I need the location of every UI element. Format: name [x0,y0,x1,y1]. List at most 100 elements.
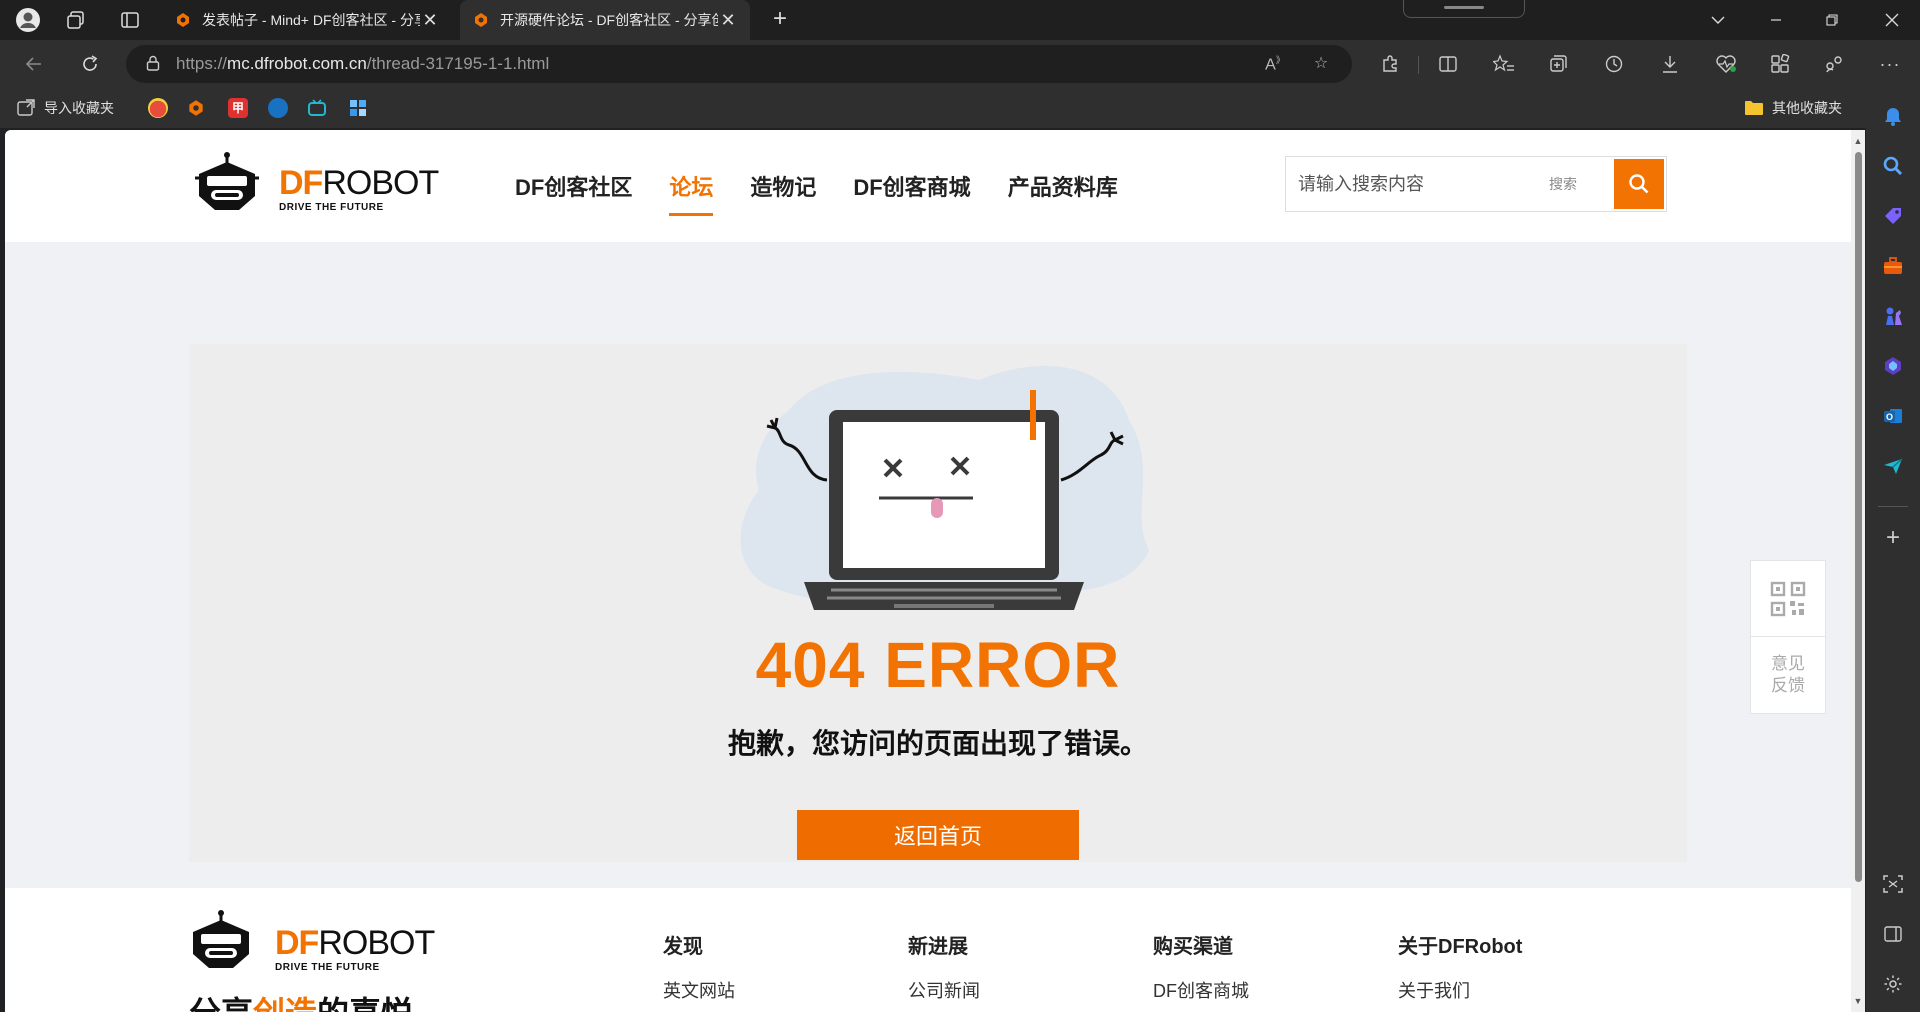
search-button[interactable] [1614,159,1664,209]
close-window-button[interactable] [1864,0,1920,40]
chess-piece-icon [1886,307,1902,325]
shopping-button[interactable] [1881,204,1905,228]
nav-store[interactable]: DF创客商城 [853,170,970,210]
vertical-tabs-button[interactable] [114,4,146,36]
copilot-app-button[interactable] [1881,354,1905,378]
favorite-bookmark-1[interactable] [148,96,168,120]
dfrobot-favicon [189,100,203,116]
url-text[interactable]: https://mc.dfrobot.com.cn/thread-317195-… [176,54,549,74]
sidebar-divider [1878,506,1908,507]
refresh-button[interactable] [74,48,106,80]
footer-link-company-news[interactable]: 公司新闻 [908,977,980,1003]
scroll-thumb[interactable] [1855,152,1862,882]
sidebar-panel-icon [1884,926,1902,942]
import-favorites-item[interactable]: 导入收藏夹 [16,96,114,120]
favorite-bookmark-6[interactable] [348,96,368,120]
footer-col-title: 新进展 [908,936,968,958]
robot-logo-icon [193,910,249,968]
screenshot-icon [1883,875,1903,893]
search-sidebar-button[interactable] [1881,154,1905,178]
puzzle-icon [1383,55,1397,72]
drop-button[interactable] [1881,454,1905,478]
page-scrollbar[interactable]: ▲ ▼ [1851,130,1865,1012]
tools-button[interactable] [1881,254,1905,278]
scroll-up-arrow[interactable]: ▲ [1853,136,1863,146]
logo-tagline: DRIVE THE FUTURE [279,202,384,213]
split-screen-button[interactable] [1434,50,1462,78]
lock-icon[interactable] [146,55,164,74]
browser-essentials-button[interactable] [1820,50,1848,78]
new-tab-button[interactable]: + [764,4,796,36]
url-scheme: https:// [176,54,228,73]
nav-makelog[interactable]: 造物记 [750,170,816,210]
favorite-bookmark-5[interactable] [307,96,327,120]
performance-button[interactable] [1712,50,1740,78]
sidebar-toggle-button[interactable] [1881,922,1905,946]
apps-icon [1771,54,1790,73]
nav-product-wiki[interactable]: 产品资料库 [1008,170,1118,210]
url-host: mc.dfrobot.com.cn [227,54,367,73]
footer-link-about-us[interactable]: 关于我们 [1398,977,1522,1003]
restore-button[interactable] [1804,0,1860,40]
favorite-star-icon[interactable]: ☆ [1310,53,1332,75]
logo-df: DF [275,924,319,962]
footer-col-title: 发现 [663,936,703,958]
tab-close-button[interactable]: ✕ [420,10,440,31]
favorite-bookmark-3[interactable]: 甲 [228,96,248,120]
back-button[interactable] [18,48,50,80]
settings-menu-button[interactable]: ··· [1876,50,1904,78]
favorites-bar: 导入收藏夹 甲 其他收藏夹 [0,88,1920,128]
other-favorites-folder[interactable]: 其他收藏夹 [1744,96,1842,120]
error-card: 404 ERROR 抱歉，您访问的页面出现了错误。 返回首页 [189,344,1687,862]
tab-post[interactable]: 发表帖子 - Mind+ DF创客社区 - 分享创造的喜悦 ✕ [162,0,452,40]
footer-col-progress: 新进展 公司新闻 [908,930,980,1003]
footer-logo[interactable]: DFROBOT DRIVE THE FUTURE [189,910,471,980]
scroll-down-arrow[interactable]: ▼ [1853,996,1863,1006]
mascot-icon [148,98,168,118]
dfrobot-logo[interactable]: DFROBOT DRIVE THE FUTURE [195,152,455,218]
copilot-button[interactable] [1881,104,1905,128]
apps-button[interactable] [1766,50,1794,78]
workspaces-button[interactable] [60,4,92,36]
logo-wordmark: DFROBOT [279,166,439,200]
tab-close-button[interactable]: ✕ [718,10,738,31]
favorites-list-icon [1493,54,1514,72]
sidebar-settings-button[interactable] [1881,972,1905,996]
games-button[interactable] [1881,304,1905,328]
window-drag-handle[interactable] [1403,0,1525,18]
nav-community[interactable]: DF创客社区 [515,170,632,210]
read-aloud-icon[interactable]: A》 [1264,53,1286,75]
collections-button[interactable] [1544,50,1572,78]
browser-window: 发表帖子 - Mind+ DF创客社区 - 分享创造的喜悦 ✕ 开源硬件论坛 -… [0,0,1920,1012]
favorite-bookmark-4[interactable] [268,96,288,120]
tab-bar: 发表帖子 - Mind+ DF创客社区 - 分享创造的喜悦 ✕ 开源硬件论坛 -… [0,0,1920,40]
address-bar[interactable]: https://mc.dfrobot.com.cn/thread-317195-… [126,45,1352,83]
nav-forum[interactable]: 论坛 [669,170,714,216]
tab-list-button[interactable] [1690,0,1746,40]
screenshot-button[interactable] [1881,872,1905,896]
profile-button[interactable] [12,4,44,36]
other-favorites-label: 其他收藏夹 [1772,100,1842,116]
footer-link-english-site[interactable]: 英文网站 [663,977,735,1003]
add-sidebar-app-button[interactable]: + [1881,524,1905,551]
footer-link-store[interactable]: DF创客商城 [1153,977,1249,1003]
outlook-button[interactable]: O [1881,404,1905,428]
site-nav: DF创客社区 论坛 造物记 DF创客商城 产品资料库 [515,170,1155,216]
outlook-icon: O [1884,409,1902,423]
floating-widget: 意见反馈 [1750,560,1826,714]
footer-col-discover: 发现 英文网站 [663,930,735,1003]
history-button[interactable] [1600,50,1628,78]
feedback-button[interactable]: 意见反馈 [1751,637,1825,713]
downloads-button[interactable] [1656,50,1684,78]
search-scope-label[interactable]: 搜索 [1528,174,1598,194]
favorite-bookmark-2[interactable] [186,96,206,120]
minimize-button[interactable] [1748,0,1804,40]
search-input[interactable] [1298,173,1528,195]
favorites-button[interactable] [1490,50,1518,78]
qr-code-button[interactable] [1751,561,1825,637]
more-dots-icon: ··· [1879,53,1901,74]
close-icon [1885,13,1899,27]
back-to-home-button[interactable]: 返回首页 [797,810,1079,860]
extensions-button[interactable] [1376,50,1404,78]
tab-forum[interactable]: 开源硬件论坛 - DF创客社区 - 分享创造的喜悦 ✕ [460,0,750,40]
